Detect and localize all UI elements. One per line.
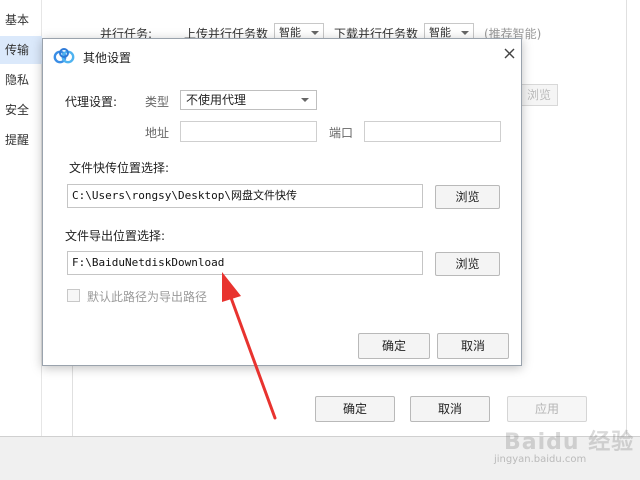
shortcut-location-label: 文件快传位置选择: bbox=[69, 161, 170, 175]
sidebar-item-security[interactable]: 安全 bbox=[0, 96, 42, 124]
proxy-type-select[interactable]: 不使用代理 bbox=[180, 90, 317, 110]
dialog-cancel-button[interactable]: 取消 bbox=[437, 333, 509, 359]
proxy-type-label: 类型 bbox=[145, 95, 170, 109]
dialog-title: 其他设置 bbox=[83, 51, 132, 65]
watermark-text: Baidu 经验 bbox=[504, 430, 635, 455]
content-divider bbox=[72, 366, 73, 436]
dialog-ok-button[interactable]: 确定 bbox=[358, 333, 430, 359]
baidu-netdisk-logo-icon bbox=[53, 48, 75, 64]
settings-sidebar: 基本 传输 隐私 安全 提醒 bbox=[0, 0, 42, 436]
sidebar-item-reminder[interactable]: 提醒 bbox=[0, 126, 42, 154]
proxy-type-value: 不使用代理 bbox=[186, 93, 247, 107]
settings-apply-button[interactable]: 应用 bbox=[507, 396, 587, 422]
proxy-settings-label: 代理设置: bbox=[65, 95, 118, 109]
export-location-label: 文件导出位置选择: bbox=[65, 229, 166, 243]
watermark-url: jingyan.baidu.com bbox=[494, 454, 587, 465]
other-settings-dialog: 其他设置 代理设置: 类型 不使用代理 地址 端口 文件快传位置选择: C:\U… bbox=[42, 38, 522, 366]
chevron-down-icon bbox=[311, 31, 319, 35]
default-export-path-label: 默认此路径为导出路径 bbox=[87, 290, 208, 304]
export-browse-button[interactable]: 浏览 bbox=[435, 252, 500, 276]
settings-cancel-button[interactable]: 取消 bbox=[410, 396, 490, 422]
close-icon bbox=[504, 48, 514, 59]
sidebar-item-basic[interactable]: 基本 bbox=[0, 6, 42, 34]
proxy-address-label: 地址 bbox=[145, 126, 170, 140]
sidebar-item-transfer[interactable]: 传输 bbox=[0, 36, 42, 64]
export-path-input[interactable]: F:\BaiduNetdiskDownload bbox=[67, 251, 423, 275]
proxy-port-input[interactable] bbox=[364, 121, 501, 142]
default-export-path-checkbox[interactable] bbox=[67, 289, 80, 302]
proxy-port-label: 端口 bbox=[329, 126, 354, 140]
baidu-watermark: Baidu 经验 jingyan.baidu.com bbox=[490, 420, 640, 480]
close-button[interactable] bbox=[498, 43, 520, 65]
proxy-address-input[interactable] bbox=[180, 121, 317, 142]
chevron-down-icon bbox=[301, 98, 309, 102]
sidebar-item-privacy[interactable]: 隐私 bbox=[0, 66, 42, 94]
dialog-titlebar[interactable]: 其他设置 bbox=[43, 39, 521, 73]
settings-ok-button[interactable]: 确定 bbox=[315, 396, 395, 422]
window-right-border bbox=[626, 0, 627, 436]
shortcut-browse-button[interactable]: 浏览 bbox=[435, 185, 500, 209]
chevron-down-icon bbox=[461, 31, 469, 35]
shortcut-path-input[interactable]: C:\Users\rongsy\Desktop\网盘文件快传 bbox=[67, 184, 423, 208]
